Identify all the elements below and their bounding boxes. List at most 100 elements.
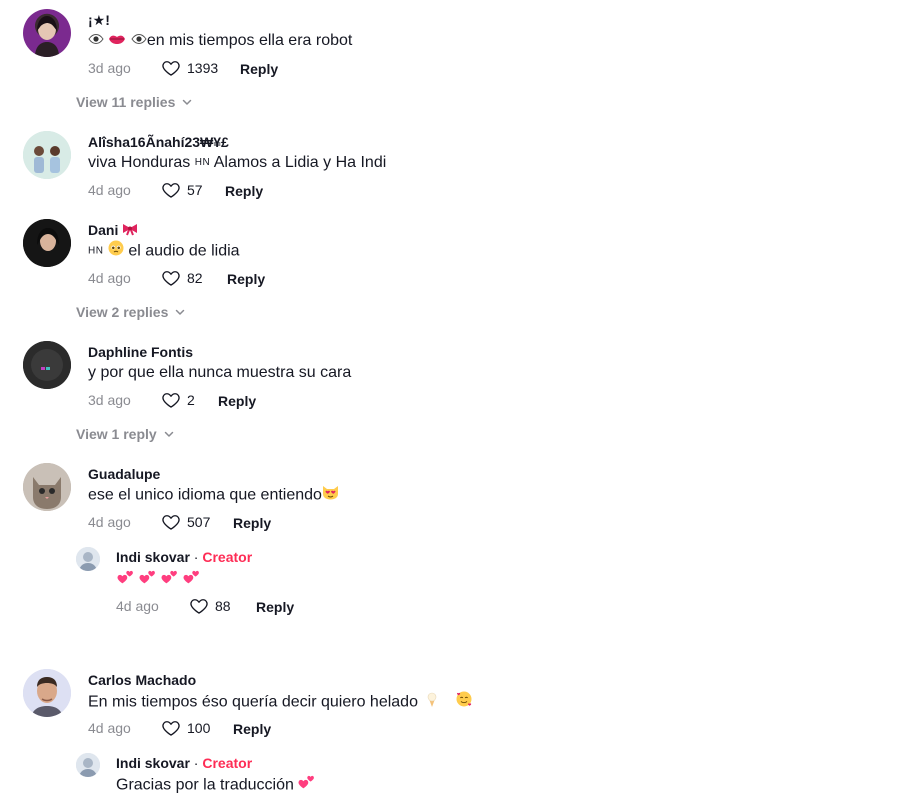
- like-count: 1393: [187, 60, 219, 76]
- comment-text-content: En mis tiempos éso quería decir quiero h…: [88, 693, 418, 711]
- avatar-photo: [76, 547, 100, 571]
- comment-username[interactable]: Carlos Machado: [88, 671, 196, 689]
- reply-username-text: Indi skovar: [116, 755, 190, 771]
- comment-username[interactable]: Alîsha16Ãnahí23₩¥£: [88, 133, 229, 151]
- like-count: 507: [187, 514, 211, 530]
- reply-button[interactable]: Reply: [233, 514, 271, 532]
- heart-outline-icon: [161, 390, 181, 410]
- creator-badge: Creator: [202, 755, 253, 771]
- name-separator: ·: [189, 549, 203, 565]
- two-hearts-emoji-icon: [161, 570, 177, 584]
- lips-emoji-icon: [108, 30, 126, 52]
- eye-emoji-icon: [131, 30, 147, 52]
- comment-username[interactable]: Guadalupe: [88, 465, 160, 483]
- avatar[interactable]: [23, 463, 71, 511]
- like-button[interactable]: 88: [189, 596, 231, 616]
- comment-text: en mis tiempos ella era robot: [88, 30, 352, 52]
- view-replies-button[interactable]: View 11 replies: [76, 93, 193, 111]
- comment-text-content: ese el unico idioma que entiendo: [88, 486, 322, 504]
- two-hearts-emoji-row: [117, 570, 199, 584]
- avatar[interactable]: [76, 753, 100, 777]
- heart-outline-icon: [161, 58, 181, 78]
- avatar[interactable]: [23, 131, 71, 179]
- avatar-photo: [35, 16, 59, 57]
- heart-outline-icon: [161, 268, 181, 288]
- chevron-down-icon: [181, 96, 193, 108]
- chevron-down-icon: [163, 428, 175, 440]
- avatar[interactable]: [23, 9, 71, 57]
- like-button[interactable]: 2: [161, 390, 195, 410]
- heart-outline-icon: [161, 512, 181, 532]
- heart-outline-icon: [161, 718, 181, 738]
- avatar[interactable]: [76, 547, 100, 571]
- flag-honduras-icon: HN: [88, 245, 104, 257]
- like-button[interactable]: 507: [161, 512, 210, 532]
- comment-username[interactable]: Daphline Fontis: [88, 343, 193, 361]
- reply-time: 4d ago: [116, 598, 159, 614]
- reply-button[interactable]: Reply: [240, 60, 278, 78]
- reply-text: Gracias por la traducción: [116, 773, 316, 798]
- eye-emoji-icon: [88, 30, 104, 52]
- avatar-photo: [76, 753, 100, 777]
- reply-button[interactable]: Reply: [227, 270, 265, 288]
- reply-button[interactable]: Reply: [225, 182, 263, 200]
- view-replies-button[interactable]: View 2 replies: [76, 303, 186, 321]
- avatar-photo: [23, 341, 71, 389]
- avatar[interactable]: [23, 669, 71, 717]
- like-count: 88: [215, 598, 231, 614]
- reply-username-text: Indi skovar: [116, 549, 190, 565]
- reply-text: [117, 567, 201, 594]
- ice-cream-emoji-icon: [426, 691, 438, 714]
- two-hearts-emoji-icon: [139, 570, 155, 584]
- comment-username[interactable]: Dani: [88, 221, 138, 240]
- flag-honduras-icon: HN: [194, 157, 211, 168]
- name-separator: ·: [189, 755, 203, 771]
- comment-text-content: en mis tiempos ella era robot: [146, 32, 353, 50]
- comment-time: 4d ago: [88, 270, 131, 286]
- heart-outline-icon: [161, 180, 181, 200]
- like-count: 57: [187, 182, 203, 198]
- like-count: 2: [187, 392, 195, 408]
- view-replies-button[interactable]: View 1 reply: [76, 425, 175, 443]
- avatar[interactable]: [23, 219, 71, 267]
- chevron-down-icon: [174, 306, 186, 318]
- reply-username[interactable]: Indi skovar · Creator: [116, 754, 252, 772]
- comment-time: 3d ago: [88, 392, 131, 408]
- avatar-photo: [23, 131, 71, 179]
- like-button[interactable]: 1393: [161, 58, 218, 78]
- avatar-photo: [23, 219, 71, 267]
- comment-text: HN el audio de lidia: [88, 240, 240, 263]
- two-hearts-emoji-icon: [298, 773, 316, 798]
- comment-text: En mis tiempos éso quería decir quiero h…: [88, 690, 473, 715]
- reply-button[interactable]: Reply: [256, 598, 294, 616]
- like-button[interactable]: 57: [161, 180, 203, 200]
- avatar[interactable]: [23, 341, 71, 389]
- comment-time: 4d ago: [88, 514, 131, 530]
- comment-text-content: el audio de lidia: [128, 242, 240, 260]
- heart-eyes-cat-emoji-icon: [322, 484, 339, 507]
- view-replies-label: View 11 replies: [76, 94, 176, 110]
- comment-time: 3d ago: [88, 60, 131, 76]
- reply-username[interactable]: Indi skovar · Creator: [116, 548, 252, 566]
- avatar-photo: [23, 463, 71, 511]
- reply-button[interactable]: Reply: [218, 392, 256, 410]
- like-count: 100: [187, 720, 211, 736]
- two-hearts-emoji-icon: [183, 570, 199, 584]
- view-replies-label: View 2 replies: [76, 304, 169, 320]
- comment-username-text: Dani: [88, 222, 119, 238]
- comment-text-content: viva Honduras: [88, 154, 191, 172]
- heart-outline-icon: [189, 596, 209, 616]
- reply-button[interactable]: Reply: [233, 720, 271, 738]
- like-button[interactable]: 100: [161, 718, 210, 738]
- view-replies-label: View 1 reply: [76, 426, 157, 442]
- comment-text-content: Alamos a Lidia y Ha Indi: [213, 154, 387, 172]
- like-button[interactable]: 82: [161, 268, 203, 288]
- smiling-face-hearts-emoji-icon: [455, 690, 473, 715]
- comment-text: ese el unico idioma que entiendo: [88, 484, 339, 507]
- pleading-face-emoji-icon: [108, 240, 124, 263]
- comment-username[interactable]: ¡★!: [88, 11, 110, 29]
- comment-text: viva Honduras HN Alamos a Lidia y Ha Ind…: [88, 152, 386, 174]
- avatar-photo: [23, 669, 71, 717]
- two-hearts-emoji-icon: [117, 570, 133, 584]
- comment-time: 4d ago: [88, 720, 131, 736]
